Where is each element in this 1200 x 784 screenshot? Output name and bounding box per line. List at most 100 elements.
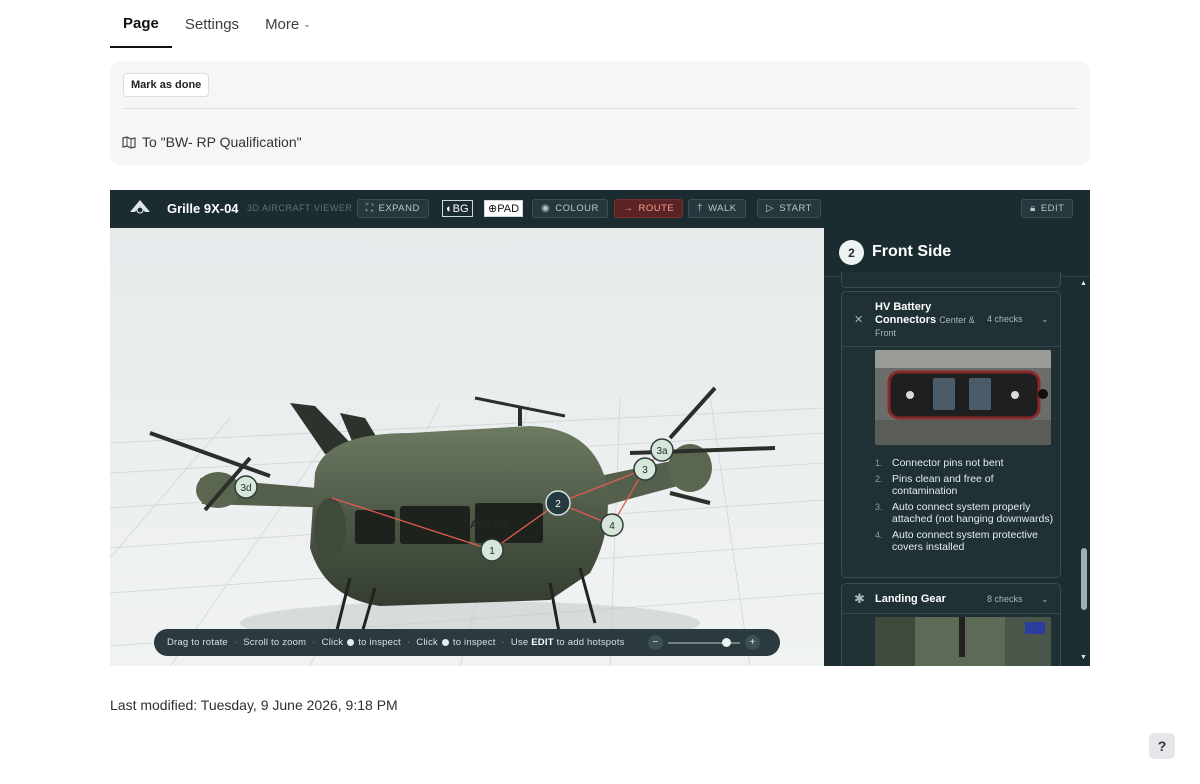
hotspot-1[interactable]: 1 [480,538,504,562]
colour-button[interactable]: ◉ COLOUR [532,199,608,218]
hint-drag: Drag to rotate [167,637,228,648]
hint-click1-post: to inspect [358,637,401,648]
divider [123,108,1077,109]
chevron-down-icon[interactable]: ⌄ [1041,314,1049,325]
section-link-label: To "BW- RP Qualification" [142,134,302,150]
connector-photo [875,350,1051,445]
check-count: 8 checks [987,594,1023,604]
separator: · [233,637,238,648]
walk-icon: † [697,203,704,214]
last-modified: Last modified: Tuesday, 9 June 2026, 9:1… [110,697,398,713]
zoom-control: − + [648,635,760,650]
svg-text:4: 4 [609,521,615,532]
aircraft-title: Grille 9X-04 [167,201,239,216]
hotspot-3d[interactable]: 3d [234,475,258,499]
zoom-out-button[interactable]: − [648,635,663,650]
section-card-landing-gear[interactable]: ✱ Landing Gear 8 checks ⌄ [841,583,1061,666]
pad-toggle-label: PAD [497,202,520,215]
check-item-text: Pins clean and free of contamination [892,473,994,497]
hint-edit-bold: EDIT [531,637,554,648]
section-card-hv-battery[interactable]: ✕ HV Battery Connectors Center & Front 4… [841,291,1061,578]
check-item: 4. Auto connect system protective covers … [875,529,1038,553]
divider [842,346,1060,347]
scroll-down-icon[interactable]: ▼ [1080,654,1087,661]
aircraft-scene[interactable]: AVILUS 1 2 3 3a 3d 4 [110,228,824,666]
contrast-icon: ◐ [446,202,453,215]
play-icon: ▷ [766,203,775,214]
separator: · [312,637,316,648]
scroll-up-icon[interactable]: ▲ [1080,280,1087,287]
chevron-down-icon: ⌄ [303,18,311,29]
viewer-toolbar: Grille 9X-04 3D AIRCRAFT VIEWER ⛶ EXPAND … [110,190,1090,228]
tab-settings-label: Settings [184,15,240,33]
svg-text:2: 2 [555,499,561,510]
viewer-hint-bar: Drag to rotate · Scroll to zoom · Click to … [154,629,780,656]
expand-icon: ⛶ [366,203,374,214]
svg-text:3: 3 [642,465,648,476]
aircraft-viewer: Grille 9X-04 3D AIRCRAFT VIEWER ⛶ EXPAND … [110,190,1090,666]
panel-scrollbar[interactable]: ▲ ▼ [1080,280,1088,664]
check-item-text: Connector pins not bent [892,457,1004,469]
scrollbar-thumb[interactable] [1081,548,1087,610]
zoom-in-button[interactable]: + [745,635,760,650]
hint-click2-pre: Click [416,637,438,648]
avilus-logo [130,200,150,214]
help-button[interactable]: ? [1149,733,1175,759]
hint-use-pre: Use [510,637,529,648]
separator: · [406,637,411,648]
tab-more-label: More [265,15,300,33]
start-button[interactable]: ▷ START [757,199,821,218]
hint-click1-pre: Click [321,637,344,648]
chevron-down-icon[interactable]: ⌄ [1041,594,1049,605]
zoom-slider-handle[interactable] [722,637,731,647]
landing-gear-photo [875,617,1051,666]
zoom-slider[interactable] [668,637,740,647]
edit-button-label: EDIT [1040,203,1065,214]
start-button-label: START [779,203,812,214]
panel-title: Front Side [872,243,952,260]
tab-more[interactable]: More ⌄ [252,0,324,48]
tab-page-label: Page [123,14,159,32]
section-title-landing-gear: Landing Gear [875,593,946,605]
pad-toggle[interactable]: ⊕ PAD [484,200,524,217]
mark-as-done-button[interactable]: Mark as done [123,73,210,97]
section-title-text: HV Battery Connectors [875,301,937,326]
check-item-text: Auto connect system protective covers in… [892,529,1038,553]
separator: · [501,637,505,648]
colour-button-label: COLOUR [555,203,599,214]
asterisk-icon: ✱ [854,591,865,606]
tab-settings[interactable]: Settings [172,0,252,48]
activity-card: Mark as done To "BW- RP Qualification" [110,61,1090,165]
previous-section-card [841,272,1061,288]
step-number-badge: 2 [839,240,864,265]
hotspot-3[interactable]: 3 [633,457,657,481]
expand-button[interactable]: ⛶ EXPAND [357,199,429,218]
lock-icon: 🔒︎ [1030,203,1036,214]
check-count: 4 checks [987,314,1023,324]
panel-header: 2 Front Side [824,228,1090,277]
hotspot-4[interactable]: 4 [600,513,624,537]
section-title-hv-battery: HV Battery Connectors Center & Front [875,301,985,340]
page-tabs: Page Settings More ⌄ [110,0,324,48]
bg-toggle[interactable]: ◐ BG [442,200,473,217]
arrow-right-icon: → [623,203,634,214]
walk-button[interactable]: † WALK [688,199,746,218]
section-link[interactable]: To "BW- RP Qualification" [122,134,302,150]
aircraft-brand-label: AVILUS [470,519,510,531]
svg-text:1: 1 [489,546,495,557]
svg-text:3a: 3a [656,446,668,457]
check-item-text: Auto connect system properly attached (n… [892,501,1054,525]
close-icon[interactable]: ✕ [854,313,863,326]
edit-button[interactable]: 🔒︎ EDIT [1021,199,1074,218]
bg-toggle-label: BG [452,202,469,215]
dot-icon [347,639,355,646]
hotspot-3a[interactable]: 3a [650,438,674,462]
hotspot-2[interactable]: 2 [545,490,571,516]
tab-page[interactable]: Page [110,0,172,48]
viewer-subtitle: 3D AIRCRAFT VIEWER [247,203,353,213]
dot-icon [441,639,449,646]
hint-click2-post: to inspect [452,637,496,648]
route-button[interactable]: → ROUTE [614,199,684,218]
divider [842,613,1060,614]
check-item: 3. Auto connect system properly attached … [875,501,1054,525]
